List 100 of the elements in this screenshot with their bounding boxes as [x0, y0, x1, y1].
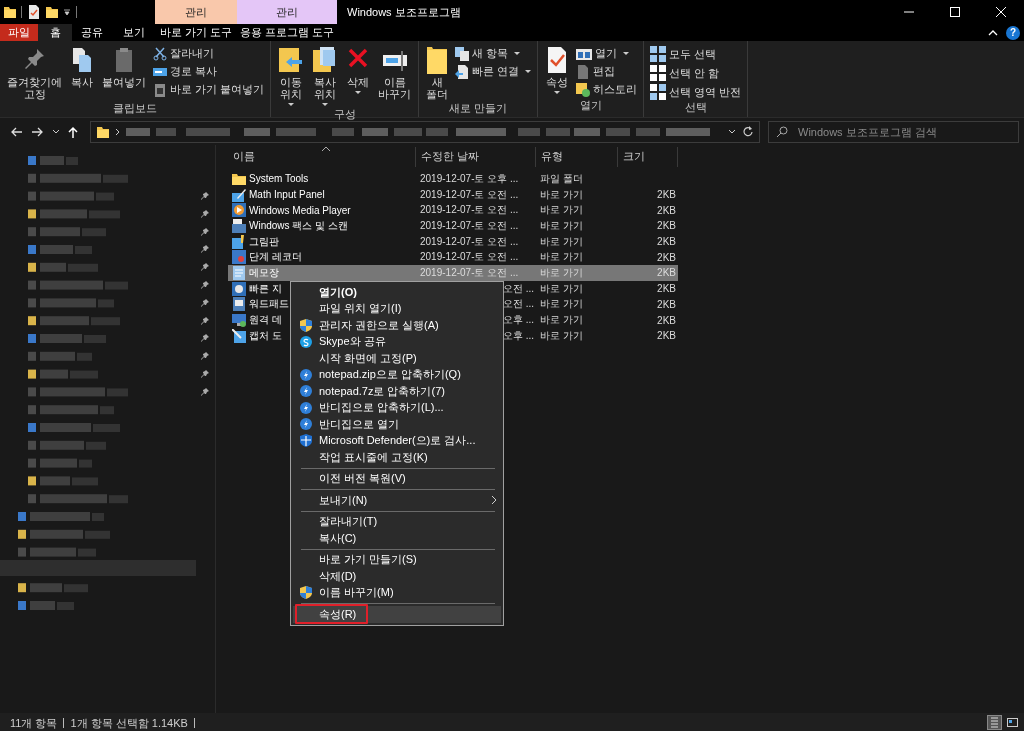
menu-item[interactable]: 파일 위치 열기(I)	[293, 300, 501, 317]
menu-item[interactable]: 복사(C)	[293, 530, 501, 547]
ribbon-button[interactable]: 새 항목	[453, 46, 534, 61]
date-text: 2019-12-07-토 오전 ...	[420, 235, 519, 247]
ribbon-button[interactable]: 열기	[574, 46, 640, 61]
ribbon-tab[interactable]: 파일	[0, 24, 38, 41]
fax-icon	[232, 218, 246, 233]
size-text: 2KB	[657, 251, 676, 263]
details-view-icon	[990, 717, 999, 728]
menu-item[interactable]: 삭제(D)	[293, 568, 501, 585]
type-text: 바로 가기	[540, 314, 583, 326]
ribbon-button[interactable]: 히스토리	[574, 82, 640, 97]
menu-item[interactable]: 반디집으로 열기	[293, 416, 501, 433]
tiles-view-icon	[1007, 718, 1018, 727]
ribbon-button[interactable]: 붙여넣기	[99, 45, 149, 101]
up-button[interactable]	[66, 125, 80, 138]
menu-item[interactable]: 잘라내기(T)	[293, 513, 501, 530]
ribbon-button[interactable]: 모두 선택	[648, 46, 744, 62]
date-text: 오후 ...	[502, 329, 534, 341]
menu-item[interactable]: 반디집으로 압축하기(L)...	[293, 399, 501, 416]
menu-item[interactable]: Microsoft Defender(으)로 검사...	[293, 432, 501, 449]
menu-item[interactable]: 열기(O)	[293, 284, 501, 301]
file-name: 메모장	[249, 265, 279, 280]
column-header[interactable]: 크기	[618, 147, 678, 167]
menu-item[interactable]: 보내기(N)	[293, 492, 501, 509]
menu-item[interactable]: Skype와 공유	[293, 333, 501, 350]
quick-link-icon	[455, 64, 470, 79]
size-text: 2KB	[657, 298, 676, 310]
ribbon-button[interactable]: 삭제	[343, 45, 374, 107]
ribbon-button[interactable]: 복사 위치	[309, 45, 342, 107]
window-icon	[576, 46, 593, 61]
status-text: 11개 항목	[10, 717, 65, 728]
group-label: 열기	[578, 98, 603, 113]
tiles-view-button[interactable]	[1005, 715, 1020, 730]
address-field[interactable]	[90, 120, 760, 143]
ribbon-button[interactable]: 이름 바꾸기	[375, 45, 415, 107]
size-text: 2KB	[657, 189, 676, 201]
ribbon-button[interactable]: 이동 위치	[275, 45, 308, 107]
file-name: 원격 데	[249, 313, 282, 328]
ribbon-tab[interactable]: 응용 프로그램 도구	[237, 24, 337, 41]
history-icon	[576, 82, 591, 97]
ribbon-tab[interactable]: 바로 가기 도구	[155, 24, 237, 41]
menu-item[interactable]: 관리자 권한으로 실행(A)	[293, 317, 501, 334]
type-text: 바로 가기	[540, 298, 583, 310]
dropdown-icon	[63, 8, 71, 16]
date-text: 2019-12-07-토 오전 ...	[420, 219, 519, 231]
menu-item[interactable]: notepad.zip으로 압축하기(Q)	[293, 366, 501, 383]
help-button[interactable]: ?	[1006, 25, 1020, 40]
dropdown-caret-icon	[525, 70, 532, 73]
search-box[interactable]: Windows 보조프로그램 검색	[768, 120, 1019, 143]
ribbon-tab[interactable]: 보기	[112, 24, 155, 41]
menu-item[interactable]: 이름 바꾸기(M)	[293, 584, 501, 601]
size-text: 2KB	[657, 220, 676, 232]
ribbon-button[interactable]: 경로 복사	[151, 64, 267, 79]
column-header[interactable]: 유형	[536, 147, 618, 167]
ribbon-tab[interactable]: 홈	[38, 24, 72, 41]
pin-icon	[201, 263, 209, 273]
menu-item[interactable]: 작업 표시줄에 고정(K)	[293, 449, 501, 466]
folder-icon	[232, 172, 246, 185]
ribbon-button[interactable]: 선택 영역 반전	[648, 84, 744, 100]
ribbon-button[interactable]: 새 폴더	[423, 45, 452, 101]
ribbon-tab[interactable]: 공유	[72, 24, 112, 41]
menu-item[interactable]: 시작 화면에 고정(P)	[293, 350, 501, 367]
chevron-right-icon	[115, 127, 120, 136]
grid-icon	[650, 84, 667, 100]
pin-icon	[201, 387, 209, 397]
menu-item[interactable]: 이전 버전 복원(V)	[293, 470, 501, 487]
size-text: 2KB	[657, 283, 676, 295]
type-text: 바로 가기	[540, 251, 583, 263]
type-text: 바로 가기	[540, 219, 583, 231]
search-field[interactable]: Windows 보조프로그램 검색	[796, 124, 1010, 139]
date-text: 2019-12-07-토 오후 ...	[420, 172, 519, 184]
ribbon-button[interactable]: 복사	[67, 45, 97, 101]
refresh-icon	[742, 126, 753, 137]
group-label: 선택	[683, 100, 708, 115]
status-text: 1개 항목 선택함 1.14KB	[70, 717, 195, 728]
ribbon-button[interactable]: 편집	[574, 64, 640, 79]
pin-icon	[201, 369, 209, 379]
paint-icon	[232, 234, 246, 249]
file-name: Math Input Panel	[249, 189, 325, 201]
close-icon	[996, 7, 1006, 17]
folder-arrow-icon	[278, 46, 305, 74]
context-tab-header: 관리	[237, 0, 337, 24]
collapse-caret-icon	[988, 29, 998, 36]
dropdown-caret-icon	[554, 91, 561, 94]
submenu-chevron-icon	[491, 495, 497, 506]
ribbon-button[interactable]: 빠른 연결	[453, 64, 534, 79]
ribbon-button[interactable]: 선택 안 함	[648, 65, 744, 81]
ribbon-button[interactable]: 즐겨찾기에 고정	[4, 45, 65, 101]
menu-item[interactable]: 바로 가기 만들기(S)	[293, 551, 501, 568]
pin-icon	[201, 209, 209, 219]
menu-item[interactable]: notepad.7z로 압축하기(7)	[293, 383, 501, 400]
menu-item[interactable]: 속성(R)	[293, 606, 501, 623]
ribbon-button[interactable]: 바로 가기 붙여넣기	[151, 82, 267, 97]
ribbon-button[interactable]: 잘라내기	[151, 46, 267, 61]
column-header[interactable]: 수정한 날짜	[416, 147, 536, 167]
column-header[interactable]: 이름	[228, 147, 416, 167]
date-text: 2019-12-07-토 오전 ...	[420, 266, 519, 278]
type-text: 바로 가기	[540, 282, 583, 294]
ribbon-button[interactable]: 속성	[542, 45, 573, 98]
